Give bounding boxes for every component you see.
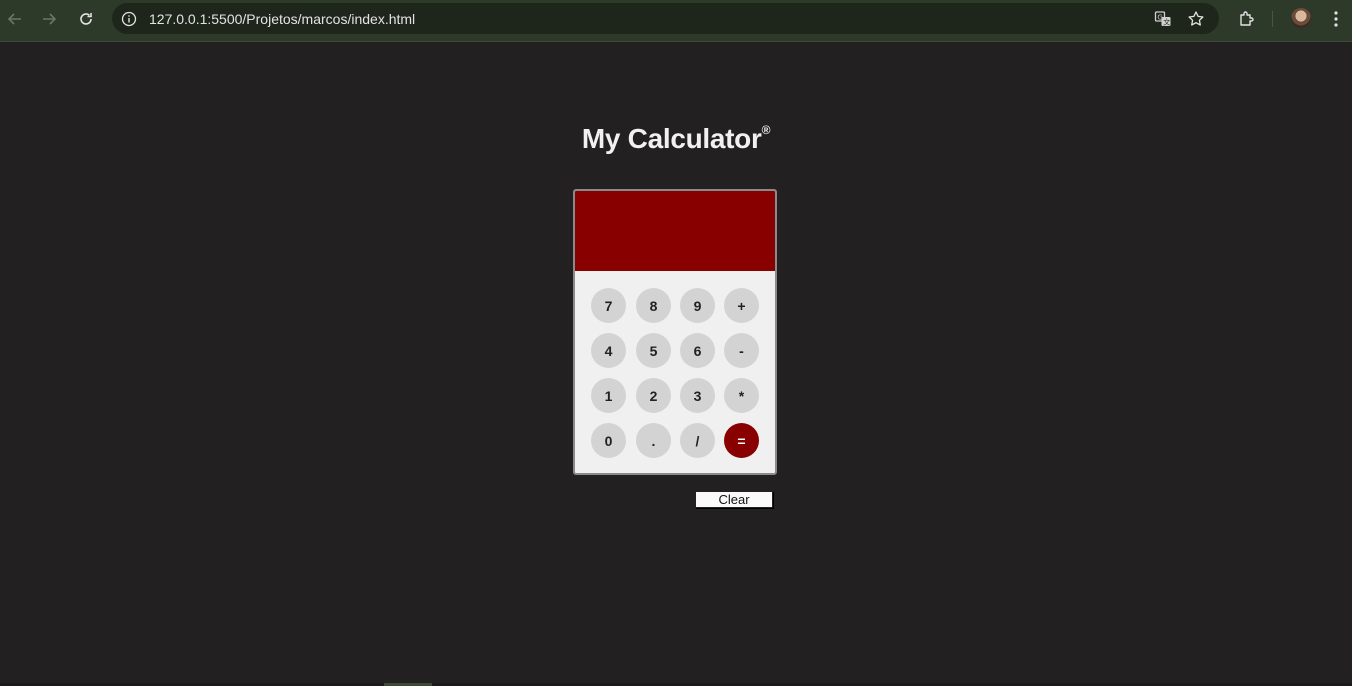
- key-1[interactable]: 1: [591, 378, 626, 413]
- key-9[interactable]: 9: [680, 288, 715, 323]
- kebab-menu-icon[interactable]: [1326, 9, 1346, 29]
- key-3[interactable]: 3: [680, 378, 715, 413]
- key-2[interactable]: 2: [636, 378, 671, 413]
- page-title: My Calculator®: [0, 123, 1352, 155]
- key-divide[interactable]: /: [680, 423, 715, 458]
- forward-arrow-icon[interactable]: [37, 7, 61, 31]
- back-arrow-icon[interactable]: [3, 7, 27, 31]
- info-icon[interactable]: [121, 11, 137, 27]
- key-minus[interactable]: -: [724, 333, 759, 368]
- key-5[interactable]: 5: [636, 333, 671, 368]
- profile-avatar[interactable]: [1291, 8, 1311, 28]
- url-text[interactable]: 127.0.0.1:5500/Projetos/marcos/index.htm…: [149, 11, 415, 27]
- key-decimal[interactable]: .: [636, 423, 671, 458]
- translate-icon[interactable]: 文G: [1154, 10, 1172, 28]
- extensions-icon[interactable]: [1237, 9, 1257, 29]
- svg-text:文: 文: [1163, 18, 1170, 27]
- key-plus[interactable]: +: [724, 288, 759, 323]
- address-bar[interactable]: 127.0.0.1:5500/Projetos/marcos/index.htm…: [112, 3, 1219, 34]
- registered-mark: ®: [761, 122, 771, 137]
- key-6[interactable]: 6: [680, 333, 715, 368]
- browser-toolbar: 127.0.0.1:5500/Projetos/marcos/index.htm…: [0, 0, 1352, 42]
- key-equals[interactable]: =: [724, 423, 759, 458]
- key-4[interactable]: 4: [591, 333, 626, 368]
- key-8[interactable]: 8: [636, 288, 671, 323]
- title-text: My Calculator: [581, 123, 762, 154]
- keypad: 7 8 9 + 4 5 6 - 1 2 3 * 0 . / =: [591, 288, 763, 458]
- clear-button[interactable]: Clear: [695, 491, 773, 508]
- calculator: 7 8 9 + 4 5 6 - 1 2 3 * 0 . / =: [573, 189, 777, 475]
- key-multiply[interactable]: *: [724, 378, 759, 413]
- reload-icon[interactable]: [74, 7, 98, 31]
- svg-text:G: G: [1157, 13, 1162, 21]
- key-7[interactable]: 7: [591, 288, 626, 323]
- toolbar-divider: [1272, 11, 1273, 27]
- star-icon[interactable]: [1187, 10, 1205, 28]
- key-0[interactable]: 0: [591, 423, 626, 458]
- calculator-display: [575, 191, 775, 271]
